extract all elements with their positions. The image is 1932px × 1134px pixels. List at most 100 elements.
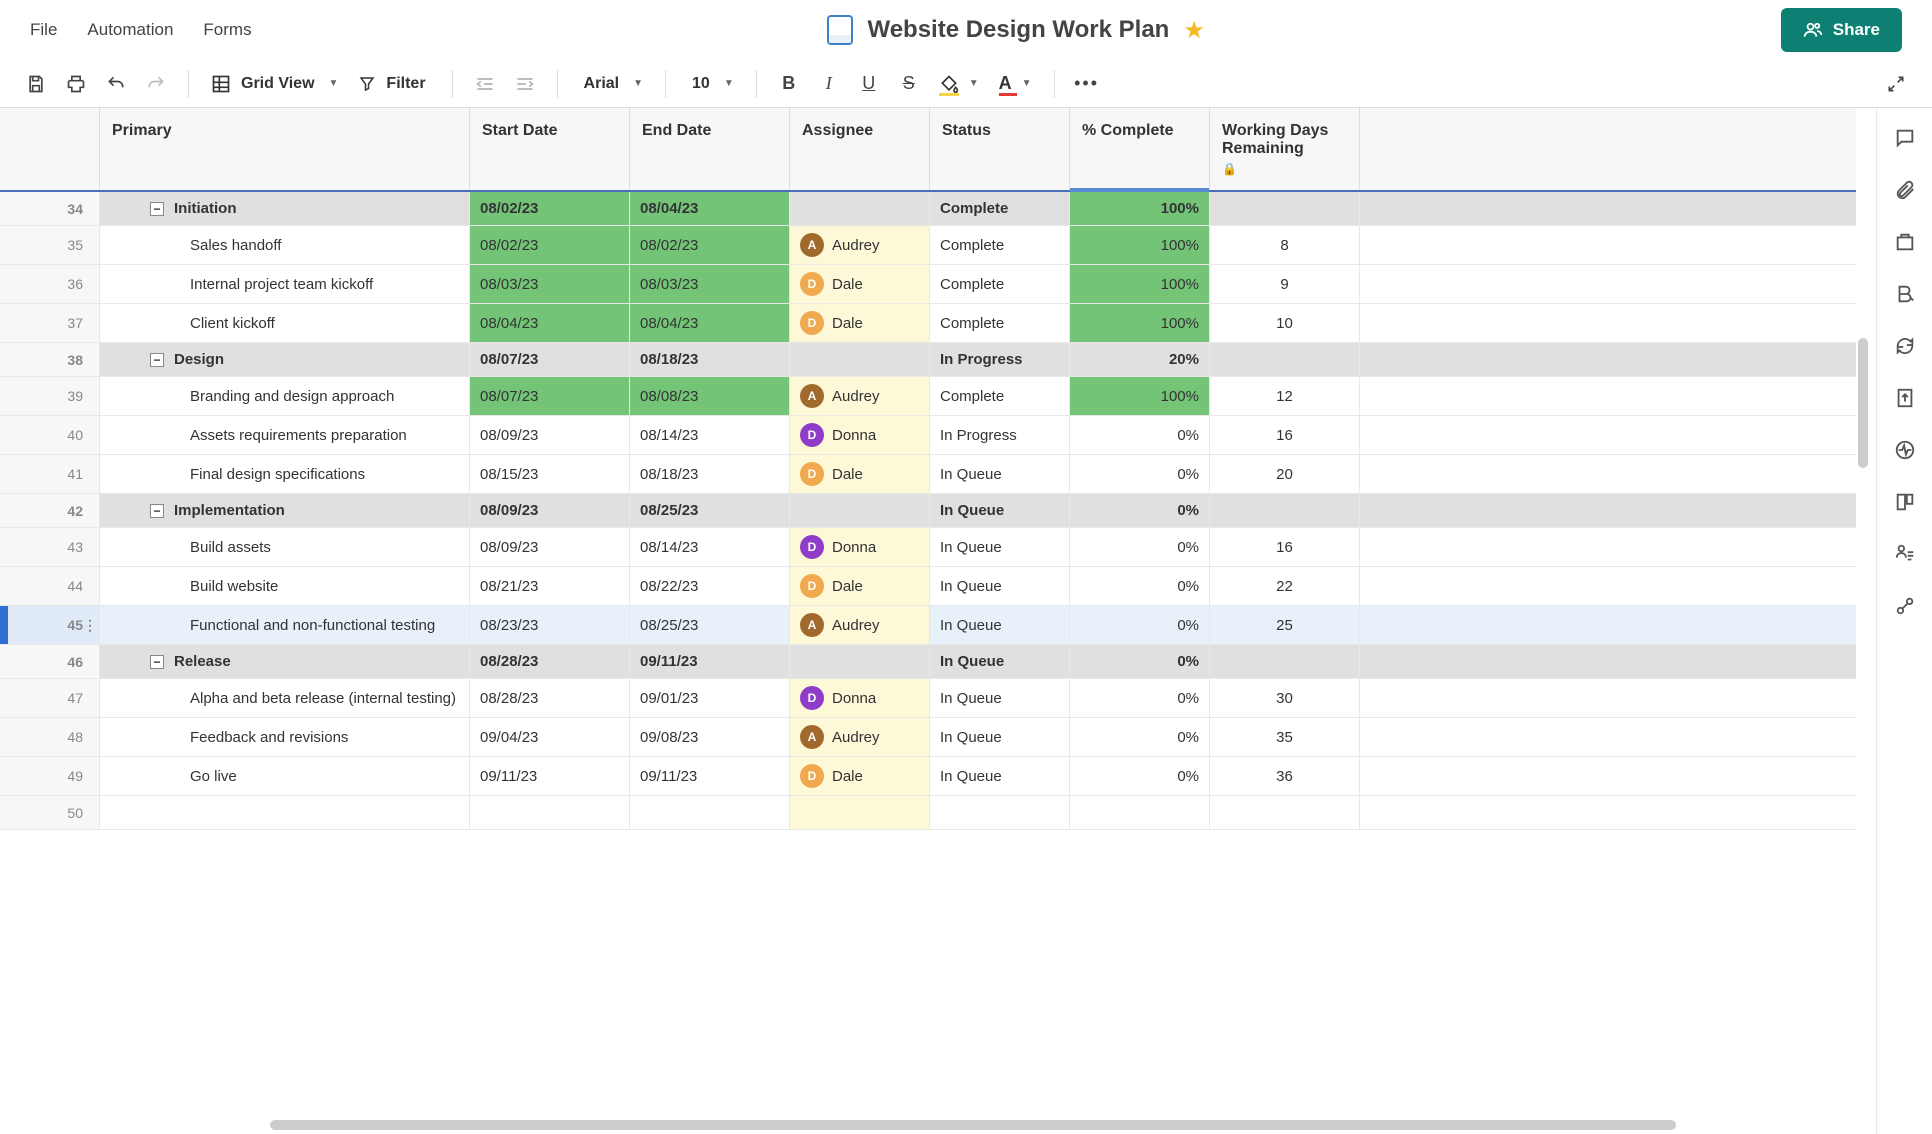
header-primary[interactable]: Primary (100, 108, 470, 190)
row-number[interactable]: 45⋮ (0, 606, 100, 644)
filter-button[interactable]: Filter (350, 75, 437, 93)
row-number[interactable]: 48 (0, 718, 100, 756)
pct-cell[interactable]: 100% (1070, 304, 1210, 342)
end-date-cell[interactable]: 08/08/23 (630, 377, 790, 415)
update-requests-icon[interactable] (1893, 334, 1917, 358)
row-number[interactable]: 36 (0, 265, 100, 303)
start-date-cell[interactable]: 09/11/23 (470, 757, 630, 795)
status-cell[interactable]: In Progress (930, 416, 1070, 454)
wdays-cell[interactable]: 16 (1210, 528, 1360, 566)
pct-cell[interactable]: 100% (1070, 192, 1210, 225)
header-assignee[interactable]: Assignee (790, 108, 930, 190)
end-date-cell[interactable]: 08/18/23 (630, 455, 790, 493)
row-number[interactable]: 47 (0, 679, 100, 717)
redo-button[interactable] (138, 66, 174, 102)
text-color-button[interactable]: A ▼ (991, 73, 1040, 94)
assignee-cell[interactable]: DDale (790, 567, 930, 605)
pct-cell[interactable]: 0% (1070, 718, 1210, 756)
share-button[interactable]: Share (1781, 8, 1902, 52)
status-cell[interactable]: In Queue (930, 606, 1070, 644)
start-date-cell[interactable]: 08/09/23 (470, 416, 630, 454)
collapse-icon[interactable]: − (150, 202, 164, 216)
bold-button[interactable]: B (771, 66, 807, 102)
assignee-cell[interactable] (790, 343, 930, 376)
attachments-icon[interactable] (1893, 178, 1917, 202)
table-row[interactable]: 34 −Initiation 08/02/23 08/04/23 Complet… (0, 192, 1856, 226)
view-selector[interactable]: Grid View ▼ (203, 74, 346, 94)
primary-cell[interactable]: Assets requirements preparation (100, 416, 470, 454)
status-cell[interactable]: In Queue (930, 528, 1070, 566)
wdays-cell[interactable] (1210, 192, 1360, 225)
start-date-cell[interactable]: 08/02/23 (470, 192, 630, 225)
primary-cell[interactable]: Functional and non-functional testing (100, 606, 470, 644)
wdays-cell[interactable]: 35 (1210, 718, 1360, 756)
indent-button[interactable] (507, 66, 543, 102)
wdays-cell[interactable]: 22 (1210, 567, 1360, 605)
start-date-cell[interactable]: 08/09/23 (470, 528, 630, 566)
summary-icon[interactable] (1893, 490, 1917, 514)
table-row[interactable]: 38 −Design 08/07/23 08/18/23 In Progress… (0, 343, 1856, 377)
assignee-cell[interactable]: DDonna (790, 528, 930, 566)
table-row[interactable]: 46 −Release 08/28/23 09/11/23 In Queue 0… (0, 645, 1856, 679)
assignee-cell[interactable]: AAudrey (790, 606, 930, 644)
end-date-cell[interactable]: 08/04/23 (630, 192, 790, 225)
row-number[interactable]: 39 (0, 377, 100, 415)
status-cell[interactable]: Complete (930, 226, 1070, 264)
end-date-cell[interactable] (630, 796, 790, 829)
assignee-cell[interactable]: DDale (790, 455, 930, 493)
wdays-cell[interactable] (1210, 343, 1360, 376)
pct-cell[interactable]: 0% (1070, 528, 1210, 566)
end-date-cell[interactable]: 08/25/23 (630, 494, 790, 527)
start-date-cell[interactable]: 08/28/23 (470, 645, 630, 678)
collapse-icon[interactable]: − (150, 504, 164, 518)
primary-cell[interactable]: −Design (100, 343, 470, 376)
start-date-cell[interactable] (470, 796, 630, 829)
table-row[interactable]: 40 Assets requirements preparation 08/09… (0, 416, 1856, 455)
table-row[interactable]: 47 Alpha and beta release (internal test… (0, 679, 1856, 718)
wdays-cell[interactable]: 12 (1210, 377, 1360, 415)
table-row[interactable]: 45⋮ Functional and non-functional testin… (0, 606, 1856, 645)
primary-cell[interactable]: Feedback and revisions (100, 718, 470, 756)
wdays-cell[interactable] (1210, 494, 1360, 527)
print-button[interactable] (58, 66, 94, 102)
table-row[interactable]: 41 Final design specifications 08/15/23 … (0, 455, 1856, 494)
assignee-cell[interactable]: DDale (790, 265, 930, 303)
fill-color-button[interactable]: ▼ (931, 74, 987, 94)
header-working-days[interactable]: Working Days Remaining 🔒 (1210, 108, 1360, 190)
end-date-cell[interactable]: 08/22/23 (630, 567, 790, 605)
status-cell[interactable]: Complete (930, 265, 1070, 303)
start-date-cell[interactable]: 08/07/23 (470, 377, 630, 415)
start-date-cell[interactable]: 08/28/23 (470, 679, 630, 717)
primary-cell[interactable]: Final design specifications (100, 455, 470, 493)
favorite-star-icon[interactable]: ★ (1183, 16, 1205, 45)
row-number[interactable]: 35 (0, 226, 100, 264)
primary-cell[interactable]: −Initiation (100, 192, 470, 225)
menu-file[interactable]: File (30, 20, 57, 40)
row-number[interactable]: 42 (0, 494, 100, 527)
outdent-button[interactable] (467, 66, 503, 102)
wdays-cell[interactable]: 36 (1210, 757, 1360, 795)
primary-cell[interactable]: −Implementation (100, 494, 470, 527)
assignee-cell[interactable]: DDonna (790, 679, 930, 717)
pct-cell[interactable]: 0% (1070, 645, 1210, 678)
status-cell[interactable]: In Queue (930, 645, 1070, 678)
resource-management-icon[interactable] (1893, 542, 1917, 566)
table-row[interactable]: 48 Feedback and revisions 09/04/23 09/08… (0, 718, 1856, 757)
header-start-date[interactable]: Start Date (470, 108, 630, 190)
row-number[interactable]: 34 (0, 192, 100, 225)
primary-cell[interactable]: Build assets (100, 528, 470, 566)
assignee-cell[interactable] (790, 494, 930, 527)
table-row[interactable]: 43 Build assets 08/09/23 08/14/23 DDonna… (0, 528, 1856, 567)
expand-button[interactable] (1878, 66, 1914, 102)
row-number[interactable]: 43 (0, 528, 100, 566)
pct-cell[interactable]: 0% (1070, 416, 1210, 454)
save-button[interactable] (18, 66, 54, 102)
collapse-icon[interactable]: − (150, 353, 164, 367)
header-end-date[interactable]: End Date (630, 108, 790, 190)
assignee-cell[interactable]: AAudrey (790, 718, 930, 756)
menu-forms[interactable]: Forms (203, 20, 251, 40)
table-row[interactable]: 35 Sales handoff 08/02/23 08/02/23 AAudr… (0, 226, 1856, 265)
row-number[interactable]: 37 (0, 304, 100, 342)
primary-cell[interactable]: Branding and design approach (100, 377, 470, 415)
primary-cell[interactable]: Sales handoff (100, 226, 470, 264)
